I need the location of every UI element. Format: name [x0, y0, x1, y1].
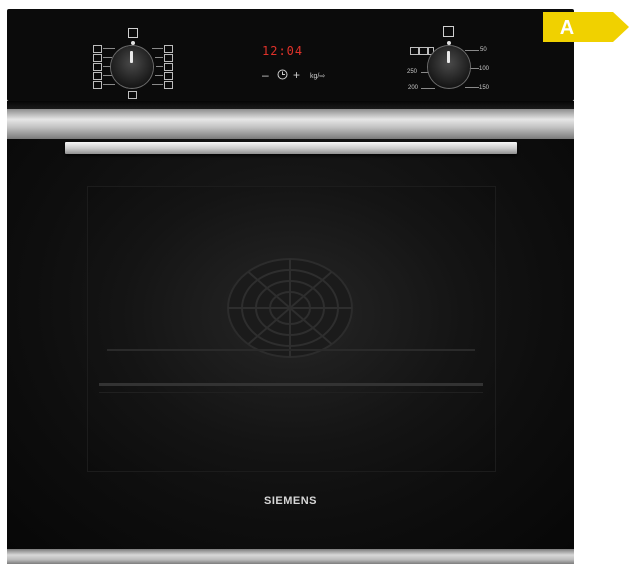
- knob-pointer: [130, 51, 133, 63]
- mode-icon-6: [164, 45, 173, 53]
- energy-class-badge: A: [543, 12, 629, 42]
- mode-icon-2: [93, 54, 102, 62]
- temp-mode-icon-1: [410, 47, 419, 55]
- plus-button[interactable]: +: [293, 69, 300, 81]
- temp-label: 150: [479, 85, 490, 91]
- mode-tick: [103, 57, 112, 58]
- temp-mode-icon-2: [419, 47, 428, 55]
- clock-icon[interactable]: [277, 69, 288, 82]
- weight-button[interactable]: kg/⇨: [310, 71, 325, 83]
- fan-cover: [227, 258, 353, 358]
- oven-mode-knob[interactable]: [111, 46, 153, 88]
- mode-icon-bottom: [128, 91, 137, 99]
- mode-icon-3: [93, 63, 102, 71]
- temp-label: 50: [480, 47, 487, 53]
- temp-label: 250: [407, 69, 418, 75]
- temp-tick: [421, 88, 435, 89]
- mode-icon-8: [164, 63, 173, 71]
- mode-tick: [155, 75, 163, 76]
- mode-tick: [103, 84, 115, 85]
- mode-icon-4: [93, 72, 102, 80]
- oven-rack-upper: [107, 349, 475, 351]
- mode-icon-7: [164, 54, 173, 62]
- temperature-knob[interactable]: [428, 46, 470, 88]
- mode-tick: [155, 57, 163, 58]
- mode-icon-10: [164, 81, 173, 89]
- minus-button[interactable]: –: [262, 69, 269, 81]
- energy-arrow: [543, 12, 629, 42]
- mode-icon-5: [93, 81, 102, 89]
- mode-tick: [103, 66, 111, 67]
- mode-tick: [152, 84, 163, 85]
- mode-tick: [156, 66, 163, 67]
- temp-tick: [465, 87, 479, 88]
- mode-tick: [103, 48, 115, 49]
- brand-logo: SIEMENS: [263, 495, 317, 507]
- mode-tick: [152, 48, 163, 49]
- mode-indicator-dot: [131, 41, 135, 45]
- mode-top-icon: [128, 28, 138, 38]
- panel-shadow: [7, 101, 574, 109]
- temp-tick: [465, 50, 479, 51]
- knob-pointer: [447, 51, 450, 63]
- light-icon: [443, 26, 454, 37]
- energy-class-label: A: [560, 17, 574, 39]
- mode-icon-9: [164, 72, 173, 80]
- steel-trim-top: [7, 109, 574, 139]
- steel-trim-bottom: [7, 549, 574, 564]
- time-display: 12:04: [262, 44, 304, 58]
- door-handle[interactable]: [65, 142, 517, 154]
- mode-tick: [103, 75, 112, 76]
- temp-indicator-dot: [447, 41, 451, 45]
- oven-rack-lower-shadow: [99, 392, 483, 393]
- oven-appliance: 12:04 – + kg/⇨ 50 100 150 250 200 SIEMEN…: [7, 9, 574, 564]
- temp-label: 200: [408, 85, 419, 91]
- mode-icon-1: [93, 45, 102, 53]
- temp-label: 100: [479, 66, 490, 72]
- oven-rack-lower: [99, 383, 483, 386]
